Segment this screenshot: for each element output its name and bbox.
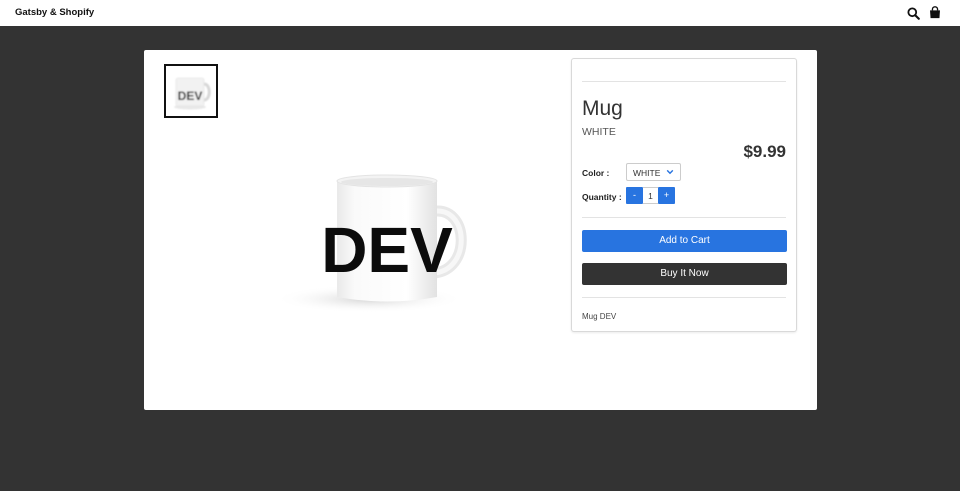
divider <box>582 297 786 298</box>
svg-text:DEV: DEV <box>178 89 203 103</box>
product-card: DEV DEV Mug WHITE $9.99 Color: WHITE Qu… <box>144 50 817 410</box>
color-select[interactable]: WHITE <box>626 163 681 181</box>
top-navbar: Gatsby & Shopify <box>0 0 960 26</box>
brand-title[interactable]: Gatsby & Shopify <box>15 7 94 18</box>
divider <box>582 217 786 218</box>
chevron-down-icon <box>666 169 674 175</box>
product-main-image: DEV <box>274 174 467 313</box>
mug-print-text: DEV <box>321 214 453 286</box>
quantity-input[interactable]: 1 <box>643 187 658 204</box>
quantity-increment-button[interactable]: + <box>658 187 675 204</box>
product-variant: WHITE <box>582 126 616 138</box>
product-price: $9.99 <box>743 142 786 161</box>
buy-it-now-button[interactable]: Buy It Now <box>582 263 787 285</box>
search-icon[interactable] <box>907 7 920 20</box>
product-title: Mug <box>582 97 623 120</box>
product-thumbnail[interactable]: DEV <box>164 64 218 118</box>
color-select-value: WHITE <box>633 168 661 178</box>
color-label: Color : <box>582 168 610 178</box>
shopping-bag-icon[interactable] <box>929 6 941 19</box>
quantity-label: Quantity : <box>582 192 622 202</box>
divider <box>582 81 786 82</box>
product-description: Mug DEV <box>582 312 617 321</box>
add-to-cart-button[interactable]: Add to Cart <box>582 230 787 252</box>
product-details-panel: Mug WHITE $9.99 Color : WHITE Quantity :… <box>571 58 797 332</box>
mug-thumbnail-image: DEV <box>174 77 211 110</box>
quantity-decrement-button[interactable]: - <box>626 187 643 204</box>
